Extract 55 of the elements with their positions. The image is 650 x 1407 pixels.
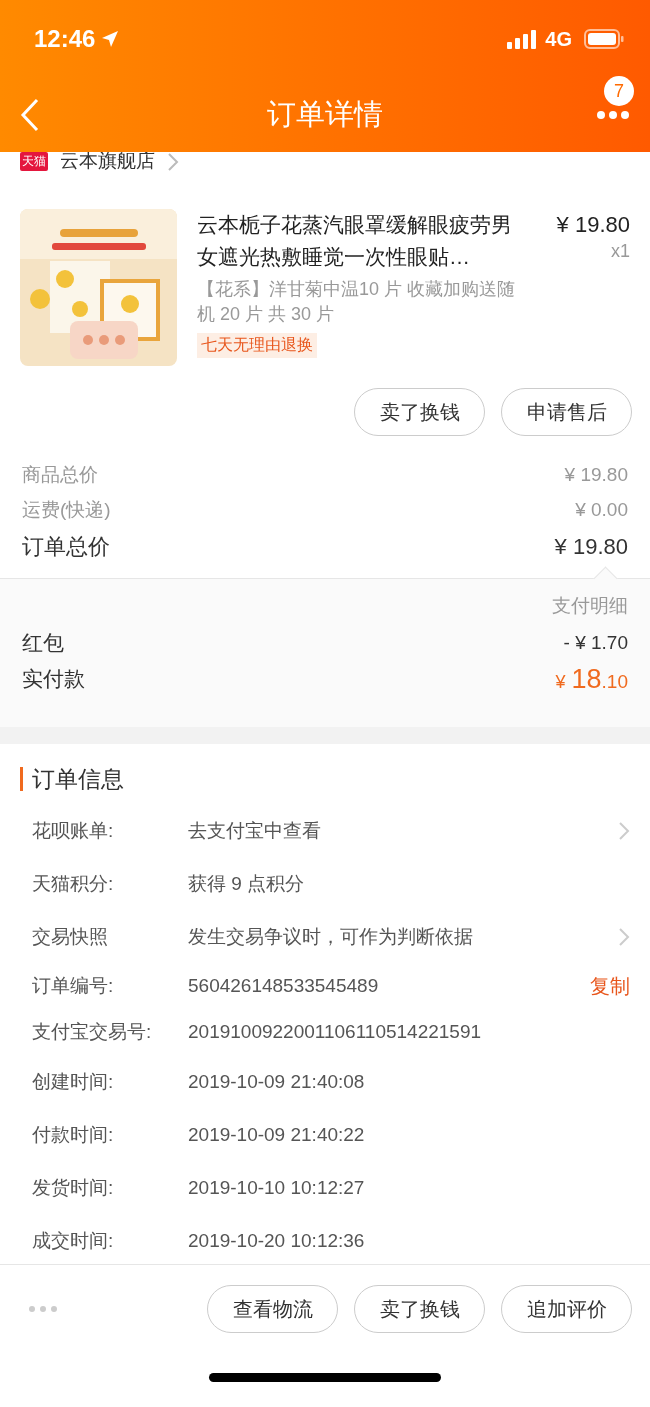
info-label: 交易快照 xyxy=(32,924,109,949)
status-time: 12:46 xyxy=(34,25,96,53)
info-label: 创建时间: xyxy=(32,1069,115,1094)
battery-icon xyxy=(584,29,624,49)
product-title[interactable]: 云本栀子花蒸汽眼罩缓解眼疲劳男女遮光热敷睡觉一次性眼贴… xyxy=(197,209,520,273)
return-policy-tag: 七天无理由退换 xyxy=(197,333,317,358)
info-value: 2019-10-20 10:12:36 xyxy=(188,1229,366,1252)
info-value[interactable]: 发生交易争议时，可作为判断依据 xyxy=(188,923,618,950)
info-label: 天猫积分: xyxy=(32,871,115,896)
info-value: 2019-10-09 21:40:08 xyxy=(188,1070,366,1093)
paid-amount: ¥ 18.10 xyxy=(555,663,628,695)
action-button[interactable]: 追加评价 xyxy=(501,1285,632,1333)
price-label: 运费(快递) xyxy=(22,497,111,522)
product-quantity: x1 xyxy=(611,241,630,262)
info-label: 订单编号: xyxy=(32,974,115,998)
info-value: 2019-10-10 10:12:27 xyxy=(188,1176,366,1199)
info-label: 支付宝交易号: xyxy=(32,1020,153,1044)
info-value: 获得 9 点积分 xyxy=(188,871,306,896)
paid-label: 实付款 xyxy=(22,666,85,692)
info-label: 成交时间: xyxy=(32,1228,115,1253)
copy-button[interactable]: 复制 xyxy=(590,972,630,1000)
info-value: 2019100922001106110514221591 xyxy=(188,1021,483,1043)
product-price: ¥ 19.80 xyxy=(556,211,630,239)
info-value[interactable]: 去支付宝中查看 xyxy=(188,817,618,844)
discount-label: 红包 xyxy=(22,630,64,656)
info-value: 2019-10-09 21:40:22 xyxy=(188,1123,366,1146)
accent-bar xyxy=(20,767,23,791)
network-type: 4G xyxy=(545,27,572,51)
section-title: 订单信息 xyxy=(32,764,124,794)
info-label: 花呗账单: xyxy=(32,818,115,843)
price-label: 商品总价 xyxy=(22,462,98,487)
location-arrow-icon xyxy=(101,30,120,48)
chevron-right-icon xyxy=(618,820,630,841)
page-title: 订单详情 xyxy=(267,98,383,130)
price-value: ¥ 19.80 xyxy=(564,463,628,486)
price-value: ¥ 0.00 xyxy=(575,498,628,521)
payment-detail-title: 支付明细 xyxy=(552,594,628,618)
info-label: 付款时间: xyxy=(32,1122,115,1147)
discount-value: - ¥ 1.70 xyxy=(563,632,628,654)
action-button[interactable]: 查看物流 xyxy=(207,1285,338,1333)
price-value: ¥ 19.80 xyxy=(554,534,628,560)
more-dots-icon xyxy=(28,1305,58,1313)
product-sku: 【花系】洋甘菊中温10 片 收藏加购送随机 20 片 共 30 片 xyxy=(197,278,517,326)
signal-icon xyxy=(507,29,538,49)
info-label: 发货时间: xyxy=(32,1175,115,1200)
notification-badge: 7 xyxy=(604,76,634,106)
action-button[interactable]: 卖了换钱 xyxy=(354,388,485,436)
action-button[interactable]: 卖了换钱 xyxy=(354,1285,485,1333)
chevron-right-icon xyxy=(167,152,179,172)
back-button[interactable] xyxy=(20,98,40,132)
tmall-badge: 天猫 xyxy=(20,152,48,171)
action-button[interactable]: 申请售后 xyxy=(501,388,632,436)
price-label: 订单总价 xyxy=(22,533,110,561)
chevron-right-icon xyxy=(618,926,630,947)
info-value: 560426148533545489 xyxy=(188,975,380,997)
